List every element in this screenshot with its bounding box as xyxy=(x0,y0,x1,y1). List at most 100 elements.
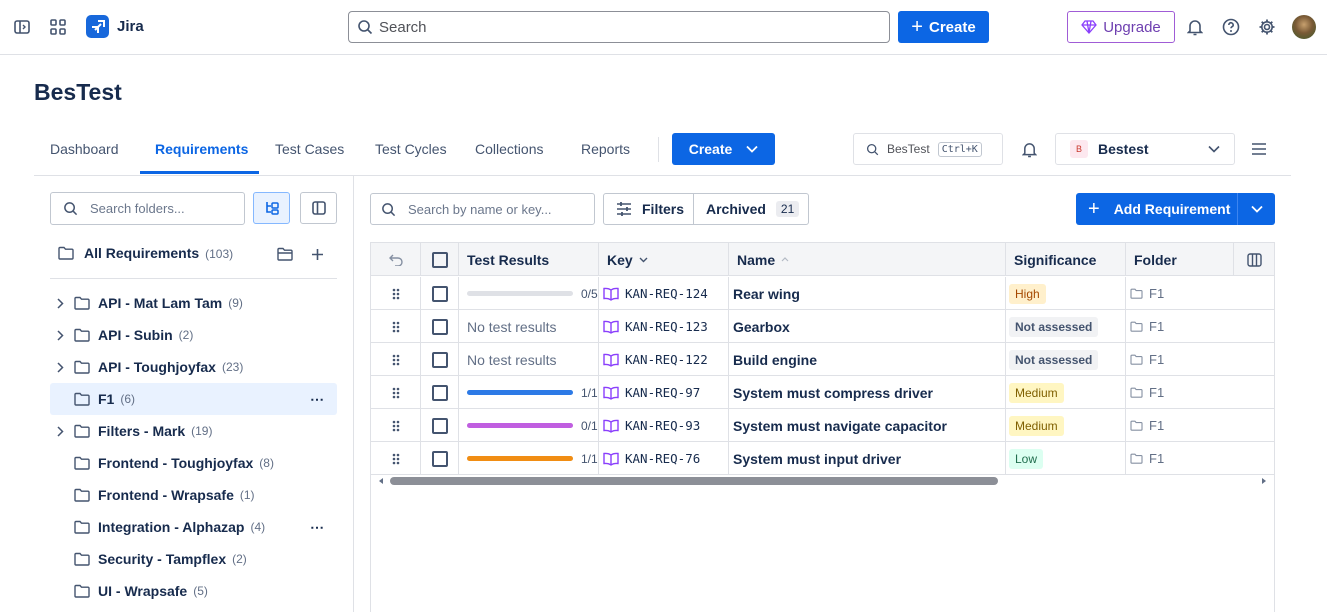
sidebar-folder-item[interactable]: API - Subin (2) xyxy=(50,319,337,351)
sidebar-folder-item[interactable]: Integration - Alphazap (4) ⋯ xyxy=(50,511,337,543)
key-cell[interactable]: KAN-REQ-93 xyxy=(599,409,729,442)
drag-handle-icon[interactable] xyxy=(371,442,421,475)
all-requirements-item[interactable]: All Requirements (103) xyxy=(58,245,233,261)
tree-view-button[interactable] xyxy=(253,192,290,224)
drag-handle-icon[interactable] xyxy=(371,343,421,376)
sidebar-folder-item[interactable]: Frontend - Toughjoyfax (8) xyxy=(50,447,337,479)
table-row[interactable]: 0/5 KAN-REQ-124 Rear wing High F1 xyxy=(371,277,1274,310)
sidebar-folder-item[interactable]: API - Mat Lam Tam (9) xyxy=(50,287,337,319)
drag-handle-icon[interactable] xyxy=(371,310,421,343)
name-cell[interactable]: Build engine xyxy=(729,343,1006,376)
sidebar-folder-item[interactable]: UI - Wrapsafe (5) xyxy=(50,575,337,607)
expand-toggle[interactable] xyxy=(52,297,68,309)
significance-badge: Medium xyxy=(1009,382,1064,403)
add-folder-plus-icon[interactable] xyxy=(303,240,331,268)
name-cell[interactable]: System must compress driver xyxy=(729,376,1006,409)
sidebar-folder-item[interactable]: Filters - Mark (19) xyxy=(50,415,337,447)
table-row[interactable]: No test results KAN-REQ-122 Build engine No… xyxy=(371,343,1274,376)
tab-requirements[interactable]: Requirements xyxy=(155,141,248,157)
checkbox xyxy=(431,285,448,302)
select-all-checkbox[interactable] xyxy=(421,243,459,276)
name-cell[interactable]: Rear wing xyxy=(729,277,1006,310)
sidebar-toggle-icon[interactable] xyxy=(8,13,36,41)
more-actions-icon[interactable]: ⋯ xyxy=(310,391,325,408)
tab-reports[interactable]: Reports xyxy=(581,141,630,157)
sidebar-folder-item[interactable]: Frontend - Wrapsafe (1) xyxy=(50,479,337,511)
drag-handle-icon[interactable] xyxy=(371,376,421,409)
table-row[interactable]: 0/1 KAN-REQ-93 System must navigate capaci… xyxy=(371,409,1274,442)
expand-toggle[interactable] xyxy=(52,329,68,341)
table-row[interactable]: 1/1 KAN-REQ-97 System must compress driver… xyxy=(371,376,1274,409)
key-cell[interactable]: KAN-REQ-124 xyxy=(599,277,729,310)
add-requirement-main[interactable]: + Add Requirement xyxy=(1076,193,1238,225)
project-notifications-icon[interactable] xyxy=(1015,135,1043,163)
jira-logo[interactable]: Jira xyxy=(86,15,144,38)
expand-toggle[interactable] xyxy=(52,361,68,373)
col-key[interactable]: Key xyxy=(599,243,729,276)
tab-collections[interactable]: Collections xyxy=(475,141,543,157)
row-checkbox[interactable] xyxy=(421,277,459,310)
project-search-button[interactable]: BesTest Ctrl+K xyxy=(853,133,1003,165)
key-cell[interactable]: KAN-REQ-97 xyxy=(599,376,729,409)
sidebar-folder-item[interactable]: API - Toughjoyfax (23) xyxy=(50,351,337,383)
key-cell[interactable]: KAN-REQ-123 xyxy=(599,310,729,343)
key-cell[interactable]: KAN-REQ-122 xyxy=(599,343,729,376)
row-checkbox[interactable] xyxy=(421,442,459,475)
collapse-panel-button[interactable] xyxy=(300,192,337,224)
add-requirement-dropdown[interactable] xyxy=(1238,205,1275,213)
col-name[interactable]: Name xyxy=(729,243,1006,276)
notifications-icon[interactable] xyxy=(1181,13,1209,41)
new-folder-icon[interactable] xyxy=(271,240,299,268)
project-selector[interactable]: B Bestest xyxy=(1055,133,1235,165)
key-cell[interactable]: KAN-REQ-76 xyxy=(599,442,729,475)
undo-icon[interactable] xyxy=(371,243,421,276)
user-avatar[interactable] xyxy=(1292,15,1316,39)
sidebar-folder-item[interactable]: Security - Tampflex (2) xyxy=(50,543,337,575)
sidebar-folder-item[interactable]: F1 (6) ⋯ xyxy=(50,383,337,415)
global-search-input[interactable]: Search xyxy=(348,11,890,43)
upgrade-button[interactable]: Upgrade xyxy=(1067,11,1175,43)
create-dropdown-button[interactable]: Create xyxy=(672,133,775,165)
row-checkbox[interactable] xyxy=(421,409,459,442)
col-folder[interactable]: Folder xyxy=(1126,243,1234,276)
folder-count: (9) xyxy=(228,296,243,310)
table-row[interactable]: 1/1 KAN-REQ-76 System must input driver Low… xyxy=(371,442,1274,475)
folder-icon xyxy=(1130,288,1143,299)
folder-cell: F1 xyxy=(1126,409,1274,442)
chevron-right-icon[interactable] xyxy=(56,329,64,341)
drag-handle-icon[interactable] xyxy=(371,277,421,310)
col-significance[interactable]: Significance xyxy=(1006,243,1126,276)
col-test-results[interactable]: Test Results xyxy=(459,243,599,276)
help-icon[interactable] xyxy=(1217,13,1245,41)
chevron-right-icon[interactable] xyxy=(56,361,64,373)
expand-toggle[interactable] xyxy=(52,425,68,437)
app-switcher-icon[interactable] xyxy=(44,13,72,41)
row-checkbox[interactable] xyxy=(421,343,459,376)
test-progress-bar xyxy=(467,456,573,461)
create-label: Create xyxy=(688,141,733,157)
folder-search-input[interactable]: Search folders... xyxy=(50,192,245,225)
menu-icon[interactable] xyxy=(1245,135,1273,163)
folder-count: (8) xyxy=(259,456,274,470)
name-cell[interactable]: System must input driver xyxy=(729,442,1006,475)
filters-button[interactable]: Filters xyxy=(604,194,694,224)
row-checkbox[interactable] xyxy=(421,310,459,343)
drag-handle-icon[interactable] xyxy=(371,409,421,442)
chevron-right-icon[interactable] xyxy=(56,297,64,309)
tab-dashboard[interactable]: Dashboard xyxy=(50,141,119,157)
requirement-search-input[interactable]: Search by name or key... xyxy=(370,193,595,225)
archived-button[interactable]: Archived 21 xyxy=(694,201,800,217)
chevron-right-icon[interactable] xyxy=(56,425,64,437)
name-cell[interactable]: System must navigate capacitor xyxy=(729,409,1006,442)
tab-test-cases[interactable]: Test Cases xyxy=(275,141,344,157)
more-actions-icon[interactable]: ⋯ xyxy=(310,519,325,536)
settings-gear-icon[interactable] xyxy=(1253,13,1281,41)
column-settings-icon[interactable] xyxy=(1234,243,1274,276)
table-row[interactable]: No test results KAN-REQ-123 Gearbox Not ass… xyxy=(371,310,1274,343)
folder-icon xyxy=(74,424,90,438)
name-cell[interactable]: Gearbox xyxy=(729,310,1006,343)
horizontal-scrollbar[interactable] xyxy=(375,476,1270,486)
row-checkbox[interactable] xyxy=(421,376,459,409)
tab-test-cycles[interactable]: Test Cycles xyxy=(375,141,447,157)
create-button[interactable]: + Create xyxy=(898,11,989,43)
